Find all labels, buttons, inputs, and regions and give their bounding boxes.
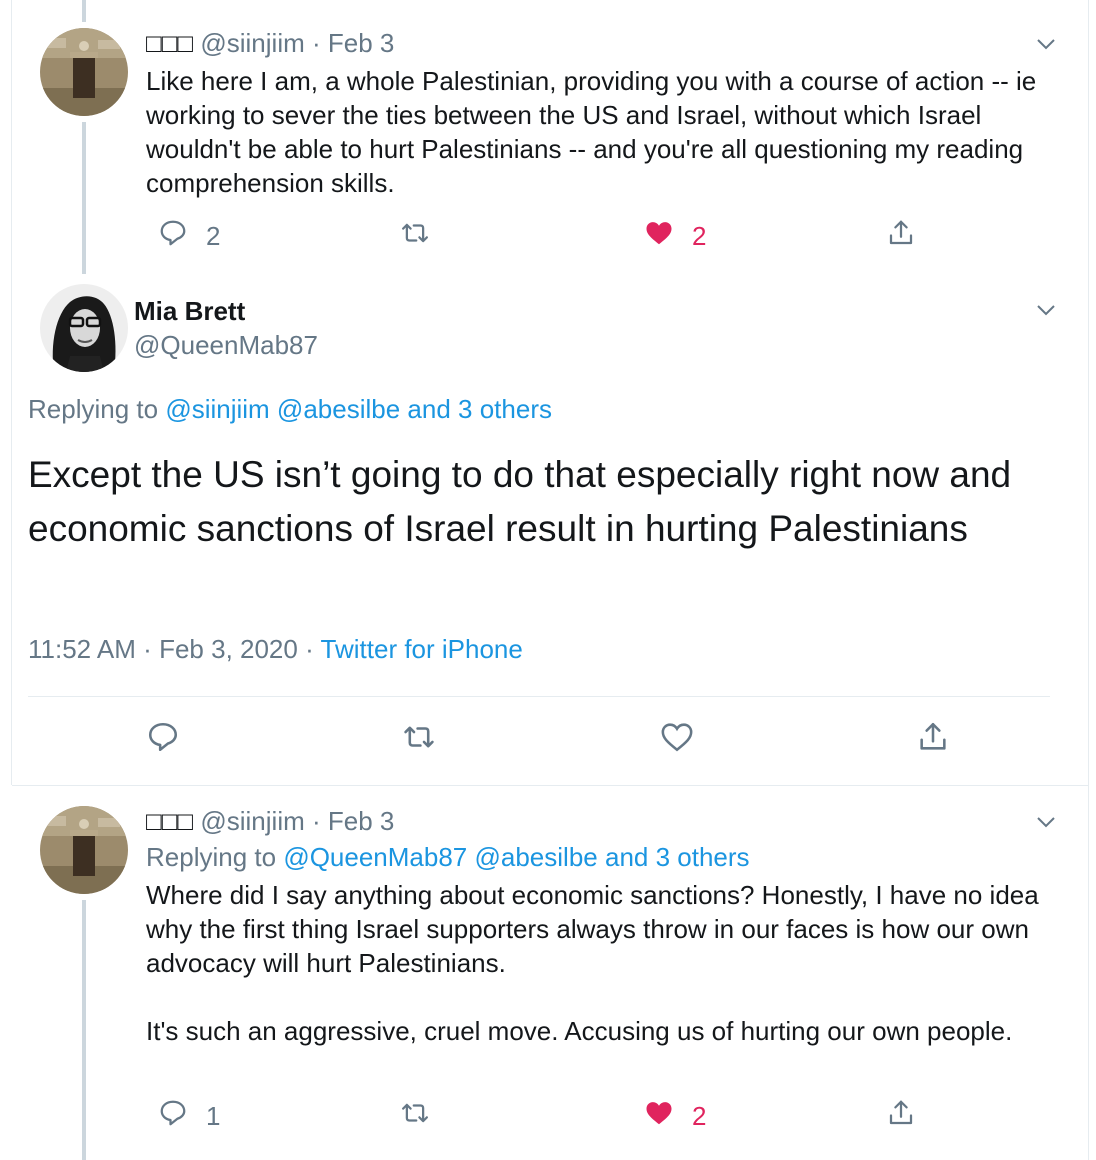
tweet-text: Like here I am, a whole Palestinian, pro… xyxy=(146,66,1044,198)
replying-to-label: Replying to xyxy=(146,842,277,872)
share-icon xyxy=(916,720,950,761)
avatar[interactable] xyxy=(40,284,128,372)
like-button[interactable]: 2 xyxy=(644,1096,706,1136)
separator: · xyxy=(312,28,321,58)
reply-icon xyxy=(158,218,188,255)
tweet-date[interactable]: Feb 3, 2020 xyxy=(159,634,298,664)
avatar[interactable] xyxy=(40,806,128,894)
handle[interactable]: @QueenMab87 xyxy=(134,330,318,361)
reply-count: 1 xyxy=(206,1100,221,1131)
tweet-actions xyxy=(134,720,954,764)
retweet-button[interactable] xyxy=(400,216,430,256)
like-count: 2 xyxy=(692,1100,707,1131)
tweet-time[interactable]: 11:52 AM xyxy=(28,634,136,664)
replying-to-label: Replying to xyxy=(28,394,159,424)
heart-icon xyxy=(644,218,674,255)
retweet-icon xyxy=(400,218,430,255)
retweet-button[interactable] xyxy=(402,720,436,760)
tweet-meta: 11:52 AM · Feb 3, 2020 · Twitter for iPh… xyxy=(28,634,523,665)
share-button[interactable] xyxy=(886,216,916,256)
avatar[interactable] xyxy=(40,28,128,116)
separator: · xyxy=(312,806,321,836)
tweet-actions: 2 2 xyxy=(146,216,946,256)
tweet-header: □□□ @siinjiim · Feb 3 xyxy=(146,806,394,837)
share-icon xyxy=(886,218,916,255)
tweet-actions: 1 2 xyxy=(146,1096,946,1136)
display-name[interactable]: Mia Brett xyxy=(134,296,245,327)
replying-to-others-link[interactable]: and 3 others xyxy=(407,394,552,424)
tweet-date[interactable]: Feb 3 xyxy=(328,806,395,836)
separator: · xyxy=(143,634,152,664)
replying-to: Replying to @QueenMab87 @abesilbe and 3 … xyxy=(146,842,750,873)
share-icon xyxy=(886,1098,916,1135)
tweet-text: Except the US isn’t going to do that esp… xyxy=(28,454,1012,549)
reply-button[interactable]: 1 xyxy=(158,1096,220,1136)
like-button[interactable]: 2 xyxy=(644,216,706,256)
replying-to-users-link[interactable]: @siinjiim @abesilbe xyxy=(165,394,400,424)
retweet-icon xyxy=(402,720,436,761)
reply-count: 2 xyxy=(206,220,221,251)
tweet-text: Where did I say anything about economic … xyxy=(146,880,1039,1046)
reply-icon xyxy=(158,1098,188,1135)
divider xyxy=(28,696,1050,697)
like-count: 2 xyxy=(692,220,707,251)
share-button[interactable] xyxy=(886,1096,916,1136)
handle[interactable]: @siinjiim xyxy=(200,28,304,58)
tweet-parent[interactable]: □□□ @siinjiim · Feb 3 Like here I am, a … xyxy=(12,0,1088,275)
frame-border-right xyxy=(1088,0,1089,1160)
replying-to-users-link[interactable]: @QueenMab87 @abesilbe xyxy=(283,842,597,872)
retweet-button[interactable] xyxy=(400,1096,430,1136)
reply-icon xyxy=(146,720,180,761)
retweet-icon xyxy=(400,1098,430,1135)
share-button[interactable] xyxy=(916,720,950,760)
heart-icon xyxy=(644,1098,674,1135)
replying-to-others-link[interactable]: and 3 others xyxy=(605,842,750,872)
reply-button[interactable] xyxy=(146,720,180,760)
chevron-down-icon[interactable] xyxy=(1034,32,1058,56)
handle[interactable]: @siinjiim xyxy=(200,806,304,836)
display-name[interactable]: □□□ xyxy=(146,806,193,836)
like-button[interactable] xyxy=(660,720,694,760)
tweet-source-link[interactable]: Twitter for iPhone xyxy=(321,634,523,664)
tweet-date[interactable]: Feb 3 xyxy=(328,28,395,58)
chevron-down-icon[interactable] xyxy=(1034,810,1058,834)
tweet-reply[interactable]: □□□ @siinjiim · Feb 3 Replying to @Queen… xyxy=(12,786,1088,1160)
heart-icon xyxy=(660,720,694,761)
tweet-header: □□□ @siinjiim · Feb 3 xyxy=(146,28,394,59)
separator: · xyxy=(305,634,314,664)
display-name[interactable]: □□□ xyxy=(146,28,193,58)
reply-button[interactable]: 2 xyxy=(158,216,220,256)
replying-to: Replying to @siinjiim @abesilbe and 3 ot… xyxy=(28,394,552,425)
chevron-down-icon[interactable] xyxy=(1034,298,1058,322)
